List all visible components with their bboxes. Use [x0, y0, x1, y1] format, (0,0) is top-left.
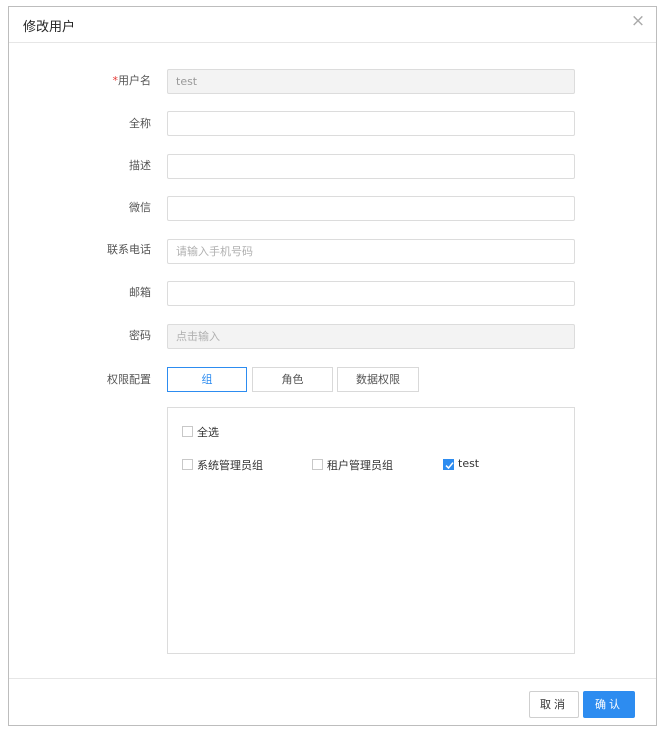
cancel-button[interactable]: 取消	[529, 691, 579, 718]
edit-user-dialog: 修改用户 × *用户名 全称 描述 微信 联系电话 邮箱 密码 权限配置 组 角…	[8, 6, 657, 726]
fullname-label: 全称	[129, 117, 151, 130]
description-label: 描述	[129, 159, 151, 172]
checkbox-box	[312, 459, 323, 470]
select-all-label: 全选	[197, 426, 219, 439]
permission-panel: 全选 系统管理员组 租户管理员组 test	[167, 407, 575, 654]
dialog-title: 修改用户	[23, 20, 76, 35]
dialog-header: 修改用户 ×	[9, 7, 656, 43]
group-label: 租户管理员组	[327, 459, 393, 472]
username-label: *用户名	[9, 72, 152, 88]
checkbox-box	[182, 459, 193, 470]
email-input[interactable]	[167, 281, 575, 306]
username-label-text: 用户名	[118, 74, 151, 87]
permission-label: 权限配置	[107, 373, 151, 386]
footer-divider	[9, 678, 656, 679]
checkbox-checked-icon	[443, 459, 454, 470]
confirm-button[interactable]: 确认	[583, 691, 635, 718]
phone-label: 联系电话	[107, 243, 151, 256]
password-input[interactable]	[167, 324, 575, 349]
group-label: 系统管理员组	[197, 459, 263, 472]
tab-group[interactable]: 组	[167, 367, 247, 392]
checkbox-box	[182, 426, 193, 437]
username-input[interactable]	[167, 69, 575, 94]
email-label: 邮箱	[129, 286, 151, 299]
fullname-input[interactable]	[167, 111, 575, 136]
tab-data-permission[interactable]: 数据权限	[337, 367, 419, 392]
group-label: test	[458, 457, 480, 470]
password-label: 密码	[129, 329, 151, 342]
tab-role[interactable]: 角色	[252, 367, 333, 392]
phone-input[interactable]	[167, 239, 575, 264]
wechat-input[interactable]	[167, 196, 575, 221]
wechat-label: 微信	[129, 201, 151, 214]
close-icon[interactable]: ×	[629, 10, 647, 32]
description-input[interactable]	[167, 154, 575, 179]
